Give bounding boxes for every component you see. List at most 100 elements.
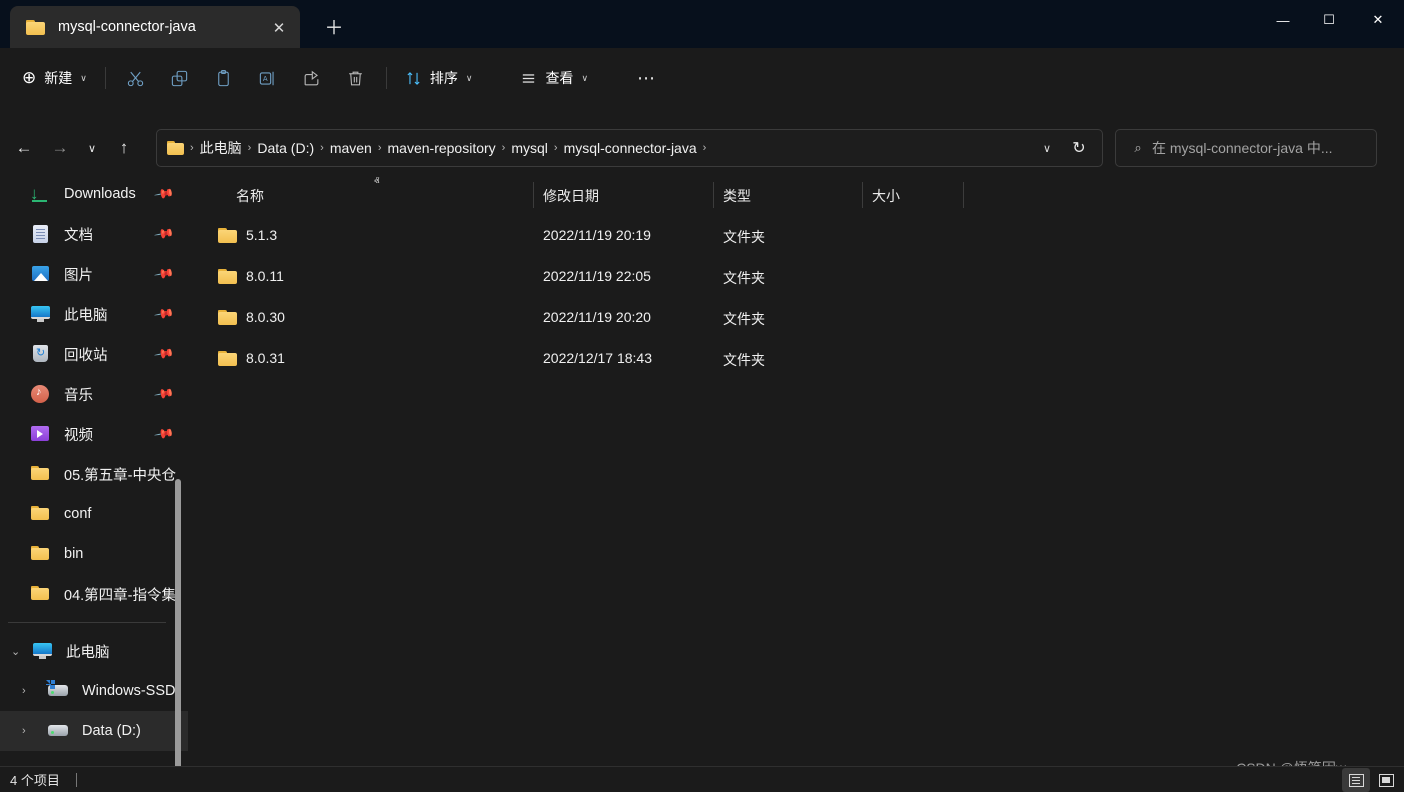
sidebar-item-label: Windows-SSD	[82, 683, 176, 699]
command-bar: ⊕ 新建 ∨ A 排序 ∨ 查看 ∨ ⋯	[0, 48, 1404, 108]
sidebar-item-label: 此电脑	[64, 307, 108, 324]
paste-button[interactable]	[202, 60, 246, 96]
breadcrumb-item-2[interactable]: maven	[325, 137, 377, 159]
cell-name: 5.1.3	[246, 227, 278, 243]
search-input[interactable]: 在 mysql-connector-java 中...	[1152, 138, 1333, 158]
maximize-button[interactable]: ☐	[1306, 0, 1352, 40]
sidebar-tree-data-d[interactable]: › Data (D:)	[0, 711, 188, 751]
folder-icon	[218, 228, 238, 245]
breadcrumb-item-3[interactable]: maven-repository	[383, 137, 501, 159]
sort-icon	[407, 71, 420, 85]
pin-icon[interactable]: 📌	[153, 423, 175, 445]
more-options-button[interactable]: ⋯	[624, 60, 668, 96]
sidebar-item-label: 此电脑	[66, 644, 110, 661]
pin-icon[interactable]: 📌	[153, 223, 175, 245]
sidebar-item-bin[interactable]: bin	[0, 534, 188, 574]
sidebar-item-downloads[interactable]: ↓ Downloads 📌	[0, 174, 188, 214]
table-row[interactable]: 5.1.3 2022/11/19 20:19 文件夹	[190, 216, 1404, 257]
column-header-name[interactable]: 名称	[236, 186, 264, 206]
drive-icon	[46, 680, 70, 701]
table-row[interactable]: 8.0.31 2022/12/17 18:43 文件夹	[190, 339, 1404, 380]
sidebar-item-label: 回收站	[64, 347, 108, 364]
column-header-type[interactable]: 类型	[723, 186, 751, 206]
file-list-pane: ⱏ 名称 修改日期 类型 大小 5.1.3 2022/11/19 20:19 文…	[190, 174, 1404, 766]
new-button[interactable]: ⊕ 新建 ∨	[12, 60, 97, 96]
breadcrumb-separator: ›	[190, 142, 194, 154]
column-divider[interactable]	[713, 182, 714, 208]
refresh-icon[interactable]: ↻	[1062, 138, 1096, 158]
download-icon: ↓	[30, 184, 52, 204]
close-window-button[interactable]: ✕	[1352, 0, 1404, 40]
pin-icon[interactable]: 📌	[153, 383, 175, 405]
folder-icon	[218, 351, 238, 368]
sidebar-tree-windows-ssd[interactable]: › Windows-SSD	[0, 671, 188, 711]
column-header-modified[interactable]: 修改日期	[543, 186, 599, 206]
column-divider[interactable]	[533, 182, 534, 208]
chevron-right-icon[interactable]: ›	[22, 725, 26, 737]
search-box[interactable]: ⌕ 在 mysql-connector-java 中...	[1115, 129, 1377, 167]
chevron-right-icon[interactable]: ›	[22, 685, 26, 697]
address-dropdown-icon[interactable]: ∨	[1032, 142, 1062, 155]
sidebar-item-this-pc[interactable]: 此电脑 📌	[0, 294, 188, 334]
pin-icon[interactable]: 📌	[153, 263, 175, 285]
column-divider[interactable]	[862, 182, 863, 208]
sort-button[interactable]: 排序 ∨	[395, 60, 483, 96]
recent-locations-icon[interactable]: ∨	[78, 130, 106, 166]
rename-button[interactable]: A	[246, 60, 290, 96]
chevron-down-icon[interactable]: ⌄	[11, 645, 20, 658]
cell-modified: 2022/11/19 20:19	[543, 227, 651, 243]
details-view-icon	[1348, 773, 1364, 787]
sidebar-item-chapter05[interactable]: 05.第五章-中央仓	[0, 454, 188, 494]
this-pc-icon	[32, 641, 54, 661]
window-controls: — ☐ ✕	[1260, 0, 1404, 40]
breadcrumb-item-0[interactable]: 此电脑	[195, 135, 247, 161]
navigation-pane: ↓ Downloads 📌 文档 📌 图片 📌 此电脑 📌 回收站 📌	[0, 174, 188, 766]
view-icon	[523, 73, 535, 83]
cell-name: 8.0.11	[246, 268, 284, 284]
table-row[interactable]: 8.0.11 2022/11/19 22:05 文件夹	[190, 257, 1404, 298]
pin-icon[interactable]: 📌	[153, 183, 175, 205]
sidebar-item-documents[interactable]: 文档 📌	[0, 214, 188, 254]
sidebar-item-conf[interactable]: conf	[0, 494, 188, 534]
sidebar-scrollbar-thumb[interactable]	[175, 479, 181, 766]
pictures-icon	[30, 264, 52, 284]
new-button-label: 新建	[44, 70, 73, 86]
minimize-button[interactable]: —	[1260, 0, 1306, 40]
close-tab-icon[interactable]: ✕	[268, 17, 290, 39]
column-divider[interactable]	[963, 182, 964, 208]
scissors-icon	[128, 71, 144, 86]
share-button[interactable]	[290, 60, 334, 96]
table-row[interactable]: 8.0.30 2022/11/19 20:20 文件夹	[190, 298, 1404, 339]
forward-button[interactable]: →	[42, 130, 78, 166]
cut-button[interactable]	[114, 60, 158, 96]
copy-button[interactable]	[158, 60, 202, 96]
tab-mysql-connector-java[interactable]: mysql-connector-java ✕	[10, 6, 300, 48]
pin-icon[interactable]: 📌	[153, 343, 175, 365]
address-box[interactable]: › 此电脑 › Data (D:) › maven › maven-reposi…	[156, 129, 1103, 167]
folder-icon	[218, 310, 238, 327]
sidebar-item-chapter04[interactable]: 04.第四章-指令集	[0, 574, 188, 614]
share-icon	[304, 70, 319, 85]
sidebar-item-music[interactable]: 音乐 📌	[0, 374, 188, 414]
sidebar-item-label: 视频	[64, 427, 93, 444]
large-icons-view-button[interactable]	[1372, 768, 1400, 792]
new-tab-button[interactable]: ＋	[320, 12, 348, 40]
pin-icon[interactable]: 📌	[153, 303, 175, 325]
view-button[interactable]: 查看 ∨	[510, 60, 598, 96]
sidebar-item-pictures[interactable]: 图片 📌	[0, 254, 188, 294]
sidebar-item-recycle-bin[interactable]: 回收站 📌	[0, 334, 188, 374]
documents-icon	[30, 224, 52, 244]
column-header-size[interactable]: 大小	[872, 186, 900, 206]
breadcrumb-item-1[interactable]: Data (D:)	[252, 137, 319, 159]
sidebar-item-videos[interactable]: 视频 📌	[0, 414, 188, 454]
up-button[interactable]: ↑	[106, 130, 142, 166]
cell-name: 8.0.30	[246, 309, 285, 325]
sidebar-tree-this-pc[interactable]: ⌄ 此电脑	[0, 631, 188, 671]
chevron-down-icon: ∨	[581, 72, 589, 83]
breadcrumb-item-4[interactable]: mysql	[506, 137, 553, 159]
delete-button[interactable]	[334, 60, 378, 96]
back-button[interactable]: ←	[6, 130, 42, 166]
details-view-button[interactable]	[1342, 768, 1370, 792]
breadcrumb-item-5[interactable]: mysql-connector-java	[559, 137, 702, 159]
sidebar-item-label: 音乐	[64, 387, 93, 404]
